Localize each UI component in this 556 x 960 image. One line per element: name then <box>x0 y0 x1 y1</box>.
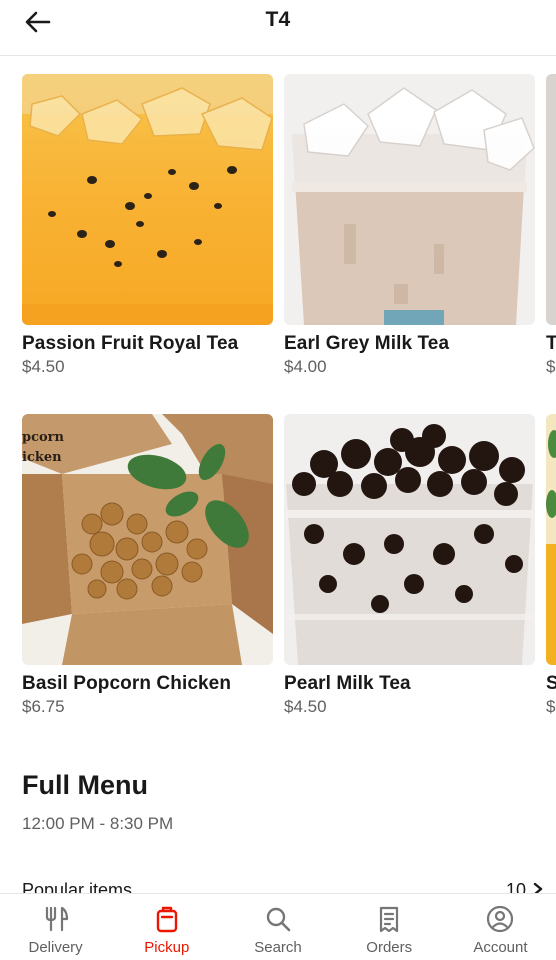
packaging-text: pcorn icken <box>22 430 64 465</box>
item-price: $6.75 <box>22 697 65 716</box>
item-price: $4.50 <box>22 357 65 376</box>
item-photo <box>546 414 556 665</box>
top-bar: T4 <box>0 0 556 56</box>
item-photo <box>546 74 556 325</box>
item-card[interactable]: Passion Fruit Royal Tea $4.50 <box>22 74 273 377</box>
page-title: T4 <box>265 8 291 31</box>
receipt-icon <box>380 906 399 933</box>
item-name: Passion Fruit Royal Tea <box>22 333 239 354</box>
item-photo <box>22 74 273 325</box>
item-price: $4.00 <box>284 357 327 376</box>
account-icon <box>487 905 514 933</box>
item-price: $ <box>546 697 556 716</box>
bottom-navigation: Delivery Pickup Search Orders Account <box>0 893 556 960</box>
full-menu-heading: Full Menu <box>22 770 148 800</box>
item-card[interactable]: Pearl Milk Tea $4.50 <box>284 414 535 717</box>
nav-label: Account <box>473 939 528 956</box>
item-card[interactable]: S $ <box>546 414 556 717</box>
item-card[interactable]: T $ <box>546 74 556 377</box>
item-price: $4.50 <box>284 697 327 716</box>
nav-label: Search <box>254 939 302 956</box>
item-photo: pcorn icken <box>22 414 273 665</box>
nav-label: Delivery <box>28 939 83 956</box>
nav-label: Orders <box>366 939 413 956</box>
nav-delivery[interactable]: Delivery <box>0 894 111 960</box>
featured-items-carousel[interactable]: Passion Fruit Royal Tea $4.50 Earl Grey … <box>0 56 556 736</box>
nav-search[interactable]: Search <box>222 894 333 960</box>
item-name: Basil Popcorn Chicken <box>22 673 232 694</box>
item-name: Pearl Milk Tea <box>284 673 411 694</box>
menu-hours: 12:00 PM - 8:30 PM <box>22 814 174 833</box>
search-icon <box>266 907 291 932</box>
item-card[interactable]: Earl Grey Milk Tea $4.00 <box>284 74 535 377</box>
item-name: T <box>546 333 556 354</box>
nav-orders[interactable]: Orders <box>334 894 445 960</box>
bag-icon <box>156 906 177 933</box>
item-card[interactable]: pcorn icken Basil Popcorn Chicken $6.75 <box>22 414 273 717</box>
fork-knife-icon <box>45 906 68 932</box>
item-price: $ <box>546 357 556 376</box>
nav-pickup[interactable]: Pickup <box>111 894 222 960</box>
nav-account[interactable]: Account <box>445 894 556 960</box>
item-photo <box>284 74 535 325</box>
item-photo <box>284 414 535 665</box>
item-name: Earl Grey Milk Tea <box>284 333 450 354</box>
nav-label: Pickup <box>144 939 190 956</box>
item-name: S <box>546 673 556 694</box>
